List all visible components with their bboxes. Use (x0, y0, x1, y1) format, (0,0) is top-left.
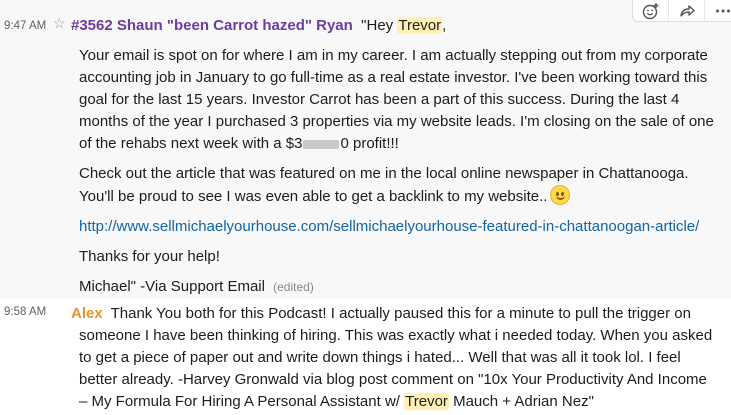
message-alex: 9:58 AM Alex Thank You both for this Pod… (0, 299, 731, 415)
paragraph-article: Check out the article that was featured … (79, 163, 719, 208)
message-timestamp[interactable]: 9:58 AM (4, 306, 46, 318)
message-timestamp[interactable]: 9:47 AM (4, 20, 46, 32)
star-icon[interactable]: ☆ (53, 16, 66, 30)
message-body: Alex Thank You both for this Podcast! I … (71, 303, 719, 413)
edited-label: (edited) (273, 280, 314, 294)
more-actions-icon (716, 9, 730, 13)
paragraph-career: Your email is spot on for where I am in … (79, 45, 719, 155)
sender-name[interactable]: #3562 Shaun "been Carrot hazed" Ryan (71, 17, 353, 34)
message-header: #3562 Shaun "been Carrot hazed" Ryan "He… (71, 14, 446, 38)
paragraph-link: http://www.sellmichaelyourhouse.com/sell… (79, 216, 719, 238)
smiley-emoji-icon (550, 185, 571, 205)
add-reaction-icon (642, 3, 658, 20)
share-icon (679, 5, 695, 17)
message-body: Your email is spot on for where I am in … (79, 45, 719, 306)
message-text: Thank You both for this Podcast! I actua… (79, 305, 713, 410)
greeting-suffix: , (442, 17, 447, 34)
message-text-end: Mauch + Adrian Nez" (448, 393, 594, 410)
greeting-prefix: "Hey (361, 17, 398, 34)
sender-name[interactable]: Alex (71, 305, 103, 322)
article-link[interactable]: http://www.sellmichaelyourhouse.com/sell… (79, 218, 699, 235)
paragraph-career-end: 0 profit!!! (340, 135, 399, 152)
signature-text: Michael" -Via Support Email (79, 278, 265, 295)
message-actions (632, 0, 731, 22)
paragraph-signature: Michael" -Via Support Email (edited) (79, 276, 719, 298)
message-shaun: 9:47 AM ☆ #3562 Shaun "been Carrot hazed… (0, 0, 731, 299)
add-reaction-button[interactable] (633, 0, 669, 22)
highlighted-name: Trevor (404, 393, 449, 410)
highlighted-name: Trevor (397, 17, 443, 34)
paragraph-article-text: Check out the article that was featured … (79, 165, 689, 205)
more-actions-button[interactable] (705, 0, 731, 22)
paragraph-thanks: Thanks for your help! (79, 248, 220, 265)
redacted-amount (303, 139, 340, 149)
share-button[interactable] (669, 0, 705, 22)
